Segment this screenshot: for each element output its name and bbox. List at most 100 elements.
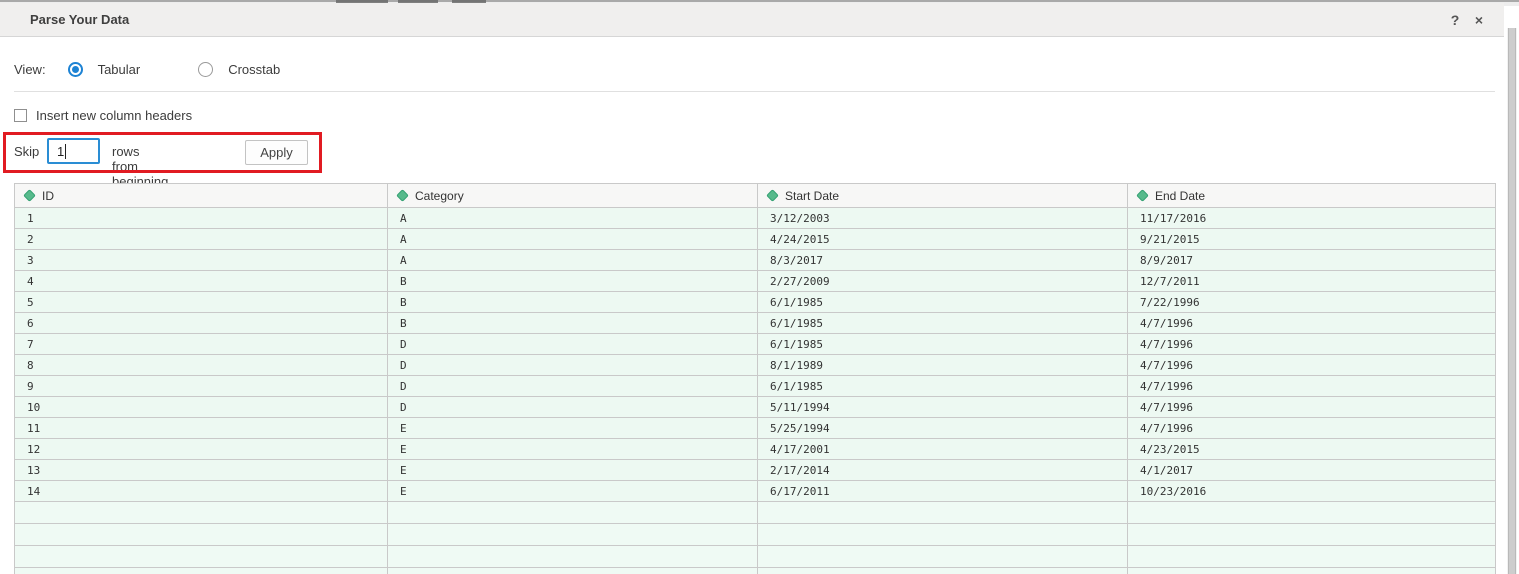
- radio-crosstab[interactable]: [198, 62, 213, 77]
- table-cell: 4/7/1996: [1128, 376, 1496, 397]
- table-cell: 6: [15, 313, 388, 334]
- table-cell: 6/1/1985: [758, 313, 1128, 334]
- table-cell: B: [388, 313, 758, 334]
- table-row: 14E6/17/201110/23/2016: [15, 481, 1496, 502]
- empty-table-row: [15, 546, 1496, 568]
- table-header-row: ID Category Start Date End Date: [15, 184, 1496, 208]
- column-header-category[interactable]: Category: [388, 184, 758, 208]
- table-row: 2A4/24/20159/21/2015: [15, 229, 1496, 250]
- close-icon[interactable]: ×: [1470, 11, 1488, 29]
- empty-cell: [388, 502, 758, 524]
- insert-headers-checkbox[interactable]: [14, 109, 27, 122]
- table-cell: B: [388, 292, 758, 313]
- table-row: 11E5/25/19944/7/1996: [15, 418, 1496, 439]
- empty-cell: [15, 524, 388, 546]
- table-cell: D: [388, 355, 758, 376]
- table-row: 3A8/3/20178/9/2017: [15, 250, 1496, 271]
- table-cell: 11/17/2016: [1128, 208, 1496, 229]
- table-cell: 3: [15, 250, 388, 271]
- attribute-diamond-icon: [766, 189, 779, 202]
- table-cell: E: [388, 439, 758, 460]
- column-header-label: Start Date: [785, 189, 839, 203]
- empty-cell: [758, 502, 1128, 524]
- table-row: 13E2/17/20144/1/2017: [15, 460, 1496, 481]
- dialog-titlebar: Parse Your Data ? ×: [0, 3, 1504, 37]
- attribute-diamond-icon: [1136, 189, 1149, 202]
- empty-cell: [1128, 524, 1496, 546]
- text-cursor: [65, 144, 66, 159]
- scrollbar-thumb[interactable]: [1508, 28, 1516, 574]
- table-cell: 4/7/1996: [1128, 355, 1496, 376]
- column-header-start-date[interactable]: Start Date: [758, 184, 1128, 208]
- table-cell: 10: [15, 397, 388, 418]
- table-cell: 6/1/1985: [758, 292, 1128, 313]
- column-header-id[interactable]: ID: [15, 184, 388, 208]
- table-cell: 10/23/2016: [1128, 481, 1496, 502]
- table-cell: 1: [15, 208, 388, 229]
- table-cell: 5/11/1994: [758, 397, 1128, 418]
- table-cell: 9/21/2015: [1128, 229, 1496, 250]
- table-cell: 12: [15, 439, 388, 460]
- empty-cell: [388, 568, 758, 574]
- empty-cell: [1128, 502, 1496, 524]
- table-cell: 9: [15, 376, 388, 397]
- table-cell: E: [388, 460, 758, 481]
- table-row: 9D6/1/19854/7/1996: [15, 376, 1496, 397]
- section-divider: [14, 91, 1495, 92]
- table-cell: 8/9/2017: [1128, 250, 1496, 271]
- table-cell: 2/27/2009: [758, 271, 1128, 292]
- empty-cell: [15, 568, 388, 574]
- column-header-end-date[interactable]: End Date: [1128, 184, 1496, 208]
- radio-tabular-label[interactable]: Tabular: [98, 62, 141, 77]
- radio-tabular[interactable]: [68, 62, 83, 77]
- help-icon[interactable]: ?: [1446, 11, 1464, 29]
- dialog-top-edge: [0, 0, 1519, 2]
- skip-rows-input[interactable]: [47, 138, 100, 164]
- skip-label: Skip: [14, 144, 39, 159]
- empty-cell: [758, 546, 1128, 568]
- screen: Parse Your Data ? × View: Tabular Crosst…: [0, 0, 1519, 574]
- parse-data-dialog: Parse Your Data ? × View: Tabular Crosst…: [0, 3, 1504, 574]
- table-row: 5B6/1/19857/22/1996: [15, 292, 1496, 313]
- table-cell: 6/17/2011: [758, 481, 1128, 502]
- table-cell: 8/1/1989: [758, 355, 1128, 376]
- table-cell: 4/7/1996: [1128, 397, 1496, 418]
- table-cell: 2: [15, 229, 388, 250]
- table-row: 6B6/1/19854/7/1996: [15, 313, 1496, 334]
- table-cell: 4/1/2017: [1128, 460, 1496, 481]
- table-cell: 6/1/1985: [758, 376, 1128, 397]
- table-cell: 4: [15, 271, 388, 292]
- insert-headers-label[interactable]: Insert new column headers: [36, 108, 192, 123]
- empty-cell: [388, 546, 758, 568]
- radio-crosstab-label[interactable]: Crosstab: [228, 62, 280, 77]
- table-cell: 2/17/2014: [758, 460, 1128, 481]
- table-cell: 11: [15, 418, 388, 439]
- table-cell: E: [388, 481, 758, 502]
- table-cell: A: [388, 229, 758, 250]
- table-cell: 6/1/1985: [758, 334, 1128, 355]
- attribute-diamond-icon: [396, 189, 409, 202]
- empty-cell: [758, 524, 1128, 546]
- table-cell: 5: [15, 292, 388, 313]
- table-cell: 7: [15, 334, 388, 355]
- table-cell: D: [388, 334, 758, 355]
- empty-table-row: [15, 568, 1496, 574]
- table-cell: 4/23/2015: [1128, 439, 1496, 460]
- view-controls: View: Tabular Crosstab: [14, 60, 280, 78]
- table-cell: 4/7/1996: [1128, 418, 1496, 439]
- table-cell: 14: [15, 481, 388, 502]
- attribute-diamond-icon: [23, 189, 36, 202]
- table-cell: 5/25/1994: [758, 418, 1128, 439]
- empty-cell: [388, 524, 758, 546]
- table-row: 8D8/1/19894/7/1996: [15, 355, 1496, 376]
- empty-cell: [15, 546, 388, 568]
- table-cell: 4/7/1996: [1128, 313, 1496, 334]
- empty-cell: [15, 502, 388, 524]
- page-scrollbar: [1507, 28, 1517, 574]
- table-cell: 4/24/2015: [758, 229, 1128, 250]
- column-header-label: Category: [415, 189, 464, 203]
- table-cell: 4/7/1996: [1128, 334, 1496, 355]
- apply-button[interactable]: Apply: [245, 140, 308, 165]
- table-cell: 12/7/2011: [1128, 271, 1496, 292]
- table-row: 1A3/12/200311/17/2016: [15, 208, 1496, 229]
